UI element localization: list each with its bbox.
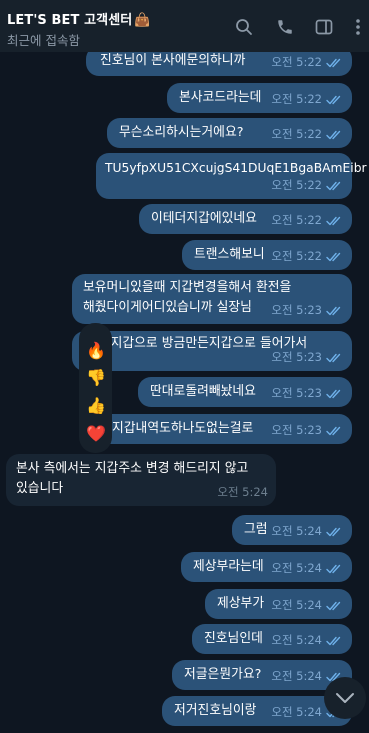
message-time: 오전 5:23 (271, 423, 322, 437)
message-bubble-outgoing[interactable]: 무슨소리하시는거에요? 오전 5:22 (107, 118, 352, 148)
handbag-emoji: 👜 (134, 13, 151, 28)
message-time: 오전 5:24 (271, 705, 322, 719)
reaction-heart[interactable]: ❤️ (86, 424, 106, 444)
double-check-icon (326, 353, 341, 362)
double-check-icon (326, 95, 341, 104)
scroll-to-bottom-button[interactable] (324, 677, 366, 719)
reaction-thumbs-down[interactable]: 👎 (86, 368, 106, 388)
message-text: 무슨소리하시는거에요? (119, 125, 244, 140)
double-check-icon (326, 58, 341, 67)
message-text-line: 해줬다이게어디있습니까 실장님 (83, 300, 252, 315)
message-meta: 오전 5:23 (271, 384, 344, 403)
message-time: 오전 5:24 (271, 561, 322, 575)
message-bubble-outgoing[interactable]: 딴대로돌려빼놨네요 오전 5:23 (138, 377, 352, 407)
message-text: 트랜스해보니 (194, 247, 265, 262)
message-meta: 오전 5:24 (271, 631, 344, 650)
message-text: 그럼 (244, 522, 268, 537)
message-meta: 오전 5:24 (271, 559, 344, 578)
message-time: 오전 5:23 (271, 350, 322, 364)
message-text: 딴대로돌려빼놨네요 (150, 384, 256, 399)
message-text-line: 보유머니있을때 지갑변경을해서 환전을 (83, 280, 292, 295)
message-bubble-incoming[interactable]: 본사 측에서는 지갑주소 변경 해드리지 않고 있습니다 오전 5:24 (6, 454, 276, 506)
message-bubble-outgoing[interactable]: 제상부가 오전 5:24 (205, 589, 352, 619)
message-time: 오전 5:24 (271, 669, 322, 683)
reaction-thumbs-up[interactable]: 👍 (86, 396, 106, 416)
double-check-icon (326, 564, 341, 573)
message-text: 저글은뭔가요? (184, 667, 262, 682)
message-time: 오전 5:22 (271, 178, 322, 192)
message-bubble-outgoing[interactable]: 본사코드라는데 오전 5:22 (167, 83, 352, 113)
double-check-icon (326, 252, 341, 261)
message-bubble-outgoing[interactable]: 트랜스해보니 오전 5:22 (182, 240, 352, 270)
message-time: 오전 5:23 (271, 386, 322, 400)
message-meta: 오전 5:22 (271, 247, 344, 266)
double-check-icon (326, 426, 341, 435)
message-text: 지갑내역도하나도없는걸로 (112, 421, 254, 436)
message-text: 저거진호님이랑 (174, 703, 257, 718)
double-check-icon (326, 527, 341, 536)
message-text: 제상부라는데 (193, 559, 264, 574)
message-text: 제상부가 (217, 596, 265, 611)
chat-title[interactable]: LET'S BET 고객센터 👜 (7, 9, 151, 28)
message-bubble-outgoing[interactable]: 저글은뭔가요? 오전 5:24 (172, 660, 352, 690)
chat-title-text: LET'S BET 고객센터 (7, 13, 133, 28)
message-bubble-outgoing[interactable]: 진호님인데 오전 5:24 (192, 624, 352, 654)
message-meta: 오전 5:24 (217, 483, 268, 502)
message-bubble-outgoing[interactable]: 보유머니있을때 지갑변경을해서 환전을 해줬다이게어디있습니까 실장님 오전 5… (72, 274, 352, 324)
message-meta: 오전 5:23 (271, 348, 344, 367)
message-meta: 오전 5:22 (271, 53, 344, 72)
message-bubble-outgoing[interactable]: 이테더지갑에있네요 오전 5:22 (139, 204, 352, 234)
message-time: 오전 5:22 (271, 213, 322, 227)
message-text: 이테더지갑에있네요 (151, 211, 257, 226)
message-time: 오전 5:23 (271, 303, 322, 317)
message-meta: 오전 5:22 (271, 211, 344, 230)
message-time: 오전 5:22 (271, 127, 322, 141)
sidebar-toggle-icon[interactable] (313, 16, 335, 38)
message-text: 본사코드라는데 (179, 90, 262, 105)
message-text-line: 본사 측에서는 지갑주소 변경 해드리지 않고 (16, 461, 249, 476)
message-bubble-outgoing[interactable]: 도 새지갑으로 방금만든지갑으로 들어가서 오전 5:23 (72, 331, 352, 371)
message-bubble-outgoing[interactable]: 제상부라는데 오전 5:24 (181, 552, 352, 582)
message-meta: 오전 5:23 (271, 301, 344, 320)
phone-icon[interactable] (274, 16, 296, 38)
search-icon[interactable] (233, 16, 255, 38)
double-check-icon (326, 130, 341, 139)
message-meta: 오전 5:23 (271, 421, 344, 440)
message-bubble-outgoing[interactable]: 그럼 오전 5:24 (232, 515, 352, 545)
chat-header: LET'S BET 고객센터 👜 최근에 접속함 (0, 0, 369, 52)
message-bubble-outgoing[interactable]: 지갑내역도하나도없는걸로 오전 5:23 (86, 414, 352, 444)
reaction-fire[interactable]: 🔥 (86, 341, 106, 361)
message-time: 오전 5:24 (217, 485, 268, 499)
message-text-line: 있습니다 (16, 481, 64, 496)
message-meta: 오전 5:22 (271, 176, 344, 195)
double-check-icon (326, 181, 341, 190)
message-meta: 오전 5:24 (271, 596, 344, 615)
double-check-icon (326, 636, 341, 645)
message-time: 오전 5:24 (271, 524, 322, 538)
message-text: 진호님인데 (204, 631, 263, 646)
message-meta: 오전 5:22 (271, 90, 344, 109)
message-time: 오전 5:24 (271, 633, 322, 647)
message-bubble-outgoing[interactable]: TU5yfpXU51CXcujgS41DUqE1BgaBAmEibr 오전 5:… (96, 153, 367, 199)
chevron-down-icon (336, 693, 354, 703)
more-vertical-icon[interactable] (348, 16, 368, 38)
last-seen-status: 최근에 접속함 (7, 33, 80, 48)
double-check-icon (326, 389, 341, 398)
message-bubble-outgoing[interactable]: 진호님이 본사에문의하니까 오전 5:22 (86, 52, 352, 76)
message-time: 오전 5:24 (271, 598, 322, 612)
reaction-picker: 🔥 👎 👍 ❤️ (79, 323, 112, 453)
message-list[interactable]: 진호님이 본사에문의하니까 오전 5:22 본사코드라는데 오전 5:22 무슨… (0, 52, 369, 733)
double-check-icon (326, 306, 341, 315)
message-time: 오전 5:22 (271, 55, 322, 69)
message-text: 진호님이 본사에문의하니까 (100, 53, 246, 68)
message-meta: 오전 5:22 (271, 125, 344, 144)
message-time: 오전 5:22 (271, 249, 322, 263)
message-meta: 오전 5:24 (271, 522, 344, 541)
double-check-icon (326, 601, 341, 610)
message-time: 오전 5:22 (271, 92, 322, 106)
double-check-icon (326, 216, 341, 225)
